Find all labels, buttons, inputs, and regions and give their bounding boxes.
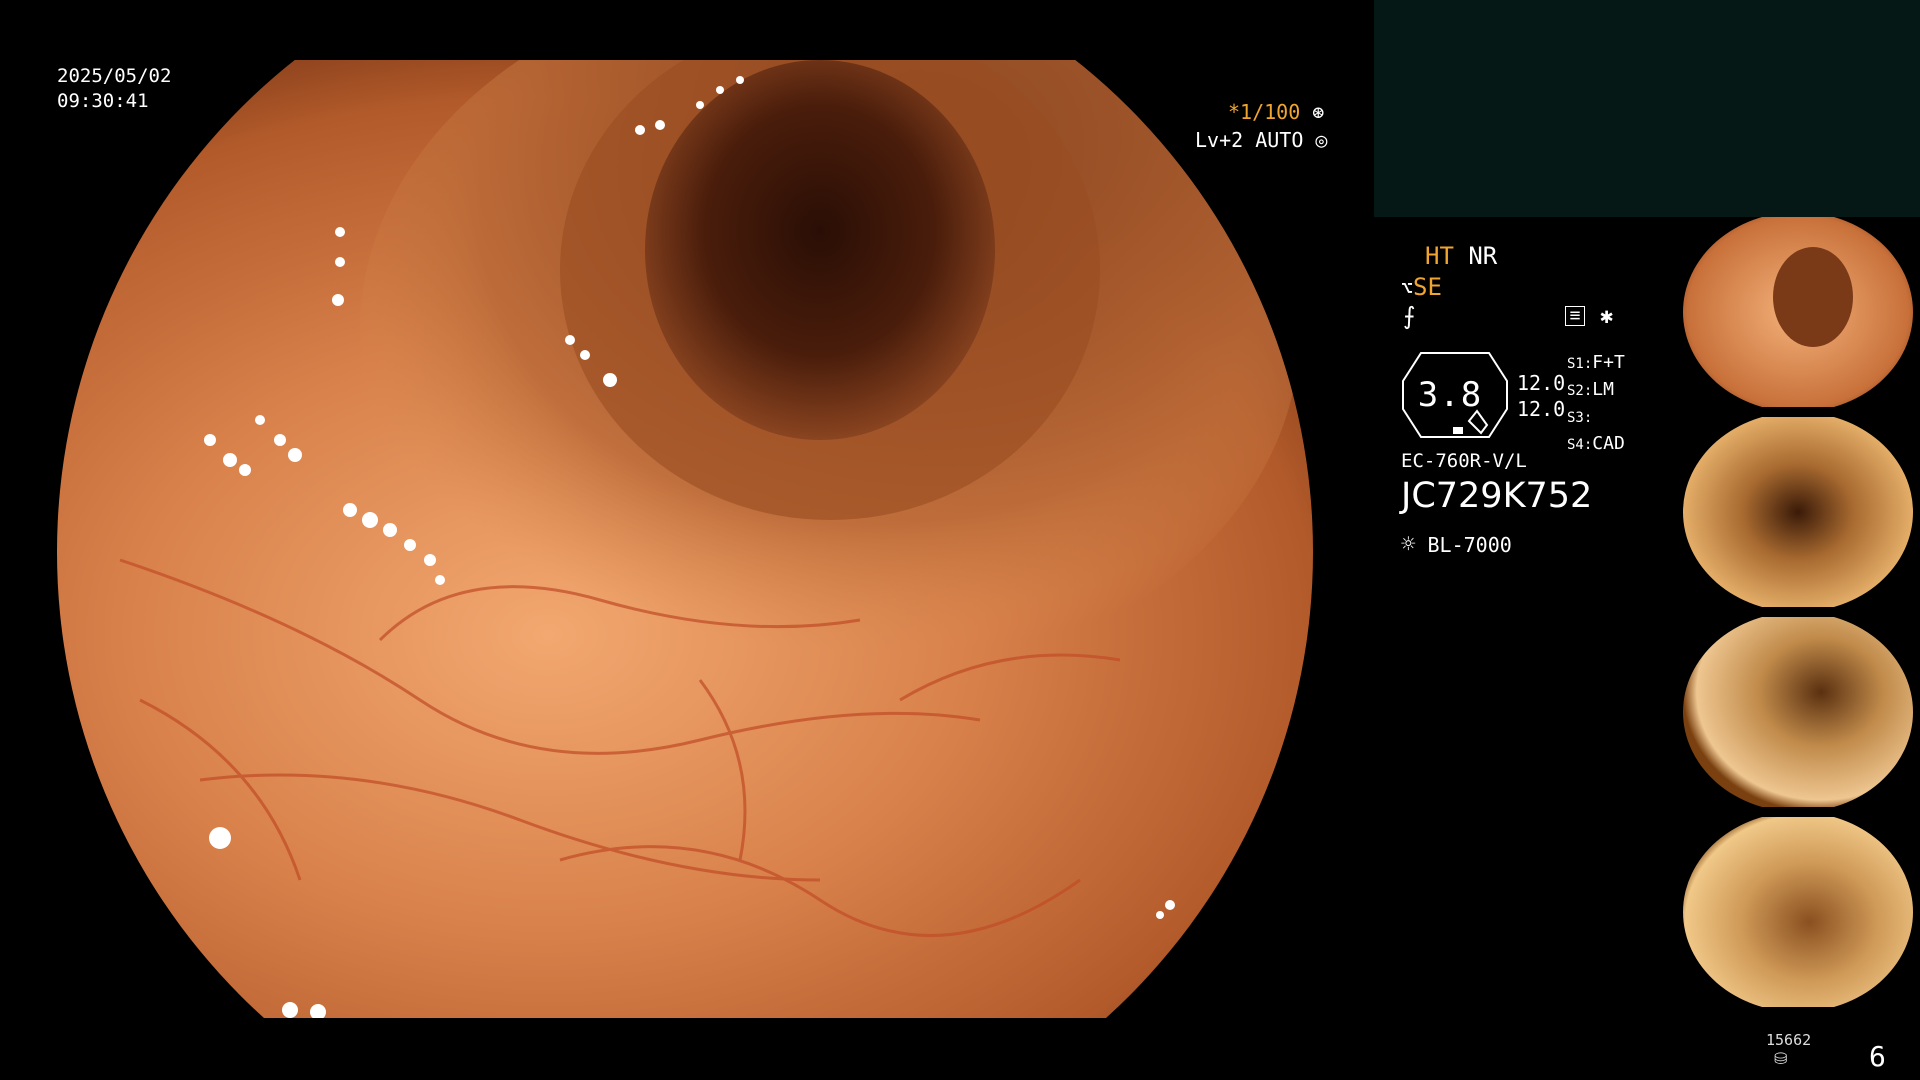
endoscope-image bbox=[0, 0, 1370, 1080]
image-count-text: 15662 bbox=[1766, 1031, 1812, 1049]
page-number: 6 bbox=[1869, 1040, 1886, 1073]
thumbnail-4[interactable] bbox=[1673, 817, 1920, 1007]
time-text: 09:30:41 bbox=[57, 90, 149, 112]
shutter-readout: *1/100 ⊛ bbox=[1228, 99, 1324, 125]
nr-label: NR bbox=[1468, 242, 1498, 270]
thumbnail-3[interactable] bbox=[1673, 617, 1920, 807]
date-text: 2025/05/02 bbox=[57, 65, 172, 87]
light-source: ☼ BL-7000 bbox=[1401, 530, 1512, 558]
date-time: 2025/05/02 09:30:41 bbox=[57, 64, 171, 114]
auto-iris-icon: ◎ bbox=[1315, 128, 1328, 152]
switch-list: S1:F+T S2:LM S3: S4:CAD bbox=[1567, 350, 1625, 458]
preview-panel bbox=[1374, 0, 1920, 217]
shutter-icon: ⊛ bbox=[1312, 100, 1325, 124]
level-readout: Lv+2 AUTO ◎ bbox=[1195, 127, 1327, 153]
light-source-label: BL-7000 bbox=[1427, 533, 1512, 557]
thumbnail-1[interactable] bbox=[1673, 217, 1920, 407]
level-text: Lv+2 AUTO bbox=[1195, 128, 1304, 152]
lamp-icon: ☼ bbox=[1401, 530, 1416, 558]
se-label: SE bbox=[1413, 273, 1442, 301]
image-count: 15662 ⛁ bbox=[1766, 1031, 1811, 1068]
mode-line: HT NR bbox=[1425, 242, 1497, 270]
se-icon: ⌥ bbox=[1401, 276, 1414, 300]
switch-s1: S1:F+T bbox=[1567, 352, 1625, 373]
endoscope-view bbox=[0, 0, 1370, 1080]
scale-bottom: 12.0 bbox=[1517, 397, 1566, 421]
asterisk-icon: ✱ bbox=[1600, 304, 1614, 329]
f-icon: ⨍ bbox=[1403, 302, 1416, 330]
shutter-text: *1/100 bbox=[1228, 100, 1301, 124]
ht-label: HT bbox=[1425, 242, 1454, 270]
scope-model: EC-760R-V/L bbox=[1401, 450, 1527, 472]
scale-top: 12.0 bbox=[1517, 371, 1566, 395]
scope-serial: JC729K752 bbox=[1401, 476, 1593, 516]
gauge-value: 3.8 bbox=[1417, 375, 1483, 415]
disk-icon: ⛁ bbox=[1774, 1049, 1788, 1068]
thumbnail-2[interactable] bbox=[1673, 417, 1920, 607]
switch-s2: S2:LM bbox=[1567, 379, 1614, 400]
switch-s3: S3: bbox=[1567, 410, 1593, 426]
record-icon: ≡ bbox=[1565, 306, 1585, 326]
se-line: ⌥SE bbox=[1401, 273, 1442, 301]
switch-s4: S4:CAD bbox=[1567, 433, 1625, 454]
info-panel: HT NR ⌥SE ⨍ ≡ ✱ 3.8 12.0 12.0 S1:F+T S2:… bbox=[1395, 240, 1645, 560]
scale-values: 12.0 12.0 bbox=[1517, 370, 1565, 422]
